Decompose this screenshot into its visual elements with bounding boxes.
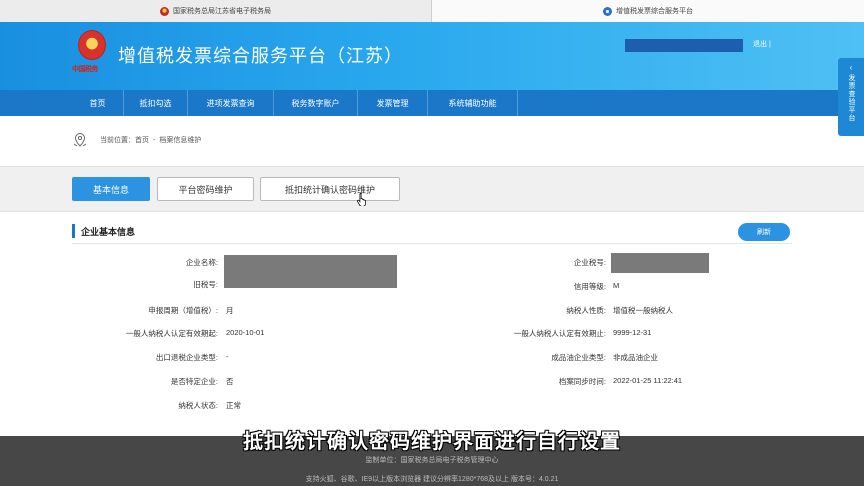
taxpayer-type-value: 增值税一般纳税人 [613,306,673,315]
taxpayer-type-label: 纳税人性质: [566,306,606,315]
logout-link[interactable]: 退出 | [753,39,771,49]
browser-tab-etax[interactable]: 国家税务总局江苏省电子税务局 [0,0,432,22]
nav-item-system-tools[interactable]: 系统辅助功能 [428,90,518,116]
browser-tab-bar: 国家税务总局江苏省电子税务局 增值税发票综合服务平台 [0,0,864,22]
refresh-button[interactable]: 刷新 [738,223,790,241]
valid-from-label: 一般人纳税人认定有效期起: [125,329,218,338]
site-title: 增值税发票综合服务平台（江苏） [118,46,403,66]
breadcrumb-current: 档案信息维护 [159,137,202,144]
subtab-strip: 基本信息 平台密码维护 抵扣统计确认密码维护 [0,166,864,212]
special-enterprise-value: 否 [226,377,234,386]
breadcrumb: 当前位置： 首页 - 档案信息维护 [72,130,201,150]
credit-level-label: 信用等级: [573,282,606,291]
main-nav: 首页 抵扣勾选 进项发票查询 税务数字账户 发票管理 系统辅助功能 [0,90,864,116]
platform-icon [603,6,612,16]
special-enterprise-label: 是否特定企业: [170,377,218,386]
side-tab-label: 发票查验平台 [848,74,855,122]
export-refund-type-label: 出口退税企业类型: [155,353,218,362]
hand-cursor-icon [357,192,366,206]
filing-period-value: 月 [226,306,234,315]
filing-period-label: 申报周期（增值税）: [148,306,218,315]
logo-brand-text: 中国税务 [72,64,99,73]
company-name-label: 企业名称: [185,258,218,267]
browser-tab-label: 国家税务总局江苏省电子税务局 [173,8,271,15]
tab-platform-password[interactable]: 平台密码维护 [157,177,254,201]
tax-logo: 中国税务 [72,30,112,82]
old-tax-id-label: 旧税号: [193,280,218,289]
valid-from-value: 2020-10-01 [226,328,265,337]
company-name-redacted [224,255,397,288]
taxpayer-status-value: 正常 [226,401,241,410]
nav-item-input-invoice-query[interactable]: 进项发票查询 [188,90,274,116]
nav-item-deduction-select[interactable]: 抵扣勾选 [124,90,188,116]
nav-item-digital-account[interactable]: 税务数字账户 [274,90,358,116]
nav-item-home[interactable]: 首页 [72,90,124,116]
valid-to-value: 9999-12-31 [613,328,652,337]
export-refund-type-value: - [226,352,229,361]
invoice-verify-side-tab[interactable]: ‹ 发票查验平台 [838,58,864,136]
chevron-left-icon: ‹ [849,63,853,72]
browser-tab-invoice-platform[interactable]: 增值税发票综合服务平台 [432,0,864,22]
video-caption: 抵扣统计确认密码维护界面进行自行设置 [243,431,621,453]
tax-emblem-icon [160,6,169,16]
tab-basic-info[interactable]: 基本信息 [72,177,150,201]
valid-to-label: 一般人纳税人认定有效期止: [513,329,606,338]
site-header: 中国税务 增值税发票综合服务平台（江苏） 退出 | [0,22,864,90]
footer-supervisor: 监制单位：国家税务总局电子税务管理中心 [365,457,499,464]
breadcrumb-home[interactable]: 首页 [135,135,149,145]
archive-sync-time-value: 2022-01-25 11:22:41 [613,376,683,385]
archive-sync-time-label: 档案同步时间: [558,377,606,386]
national-emblem-icon [78,30,106,60]
user-name-redacted [625,39,743,52]
tab-deduction-password[interactable]: 抵扣统计确认密码维护 [260,177,400,201]
credit-level-value: M [613,281,620,290]
oil-enterprise-type-value: 非成品油企业 [613,353,658,362]
section-title: 企业基本信息 [72,224,135,238]
taxpayer-status-label: 纳税人状态: [178,401,218,410]
breadcrumb-separator: - [153,136,156,144]
breadcrumb-prefix: 当前位置： [100,137,135,144]
section-divider [72,243,792,244]
tax-id-label: 企业税号: [573,258,606,267]
browser-tab-label: 增值税发票综合服务平台 [616,8,693,15]
nav-item-invoice-management[interactable]: 发票管理 [358,90,428,116]
tax-id-redacted [611,253,709,273]
footer-browser-support: 支持火狐、谷歌、IE9以上版本浏览器 建议分辨率1280*768及以上 版本号：… [305,476,559,483]
oil-enterprise-type-label: 成品油企业类型: [551,353,606,362]
location-icon [73,132,87,147]
